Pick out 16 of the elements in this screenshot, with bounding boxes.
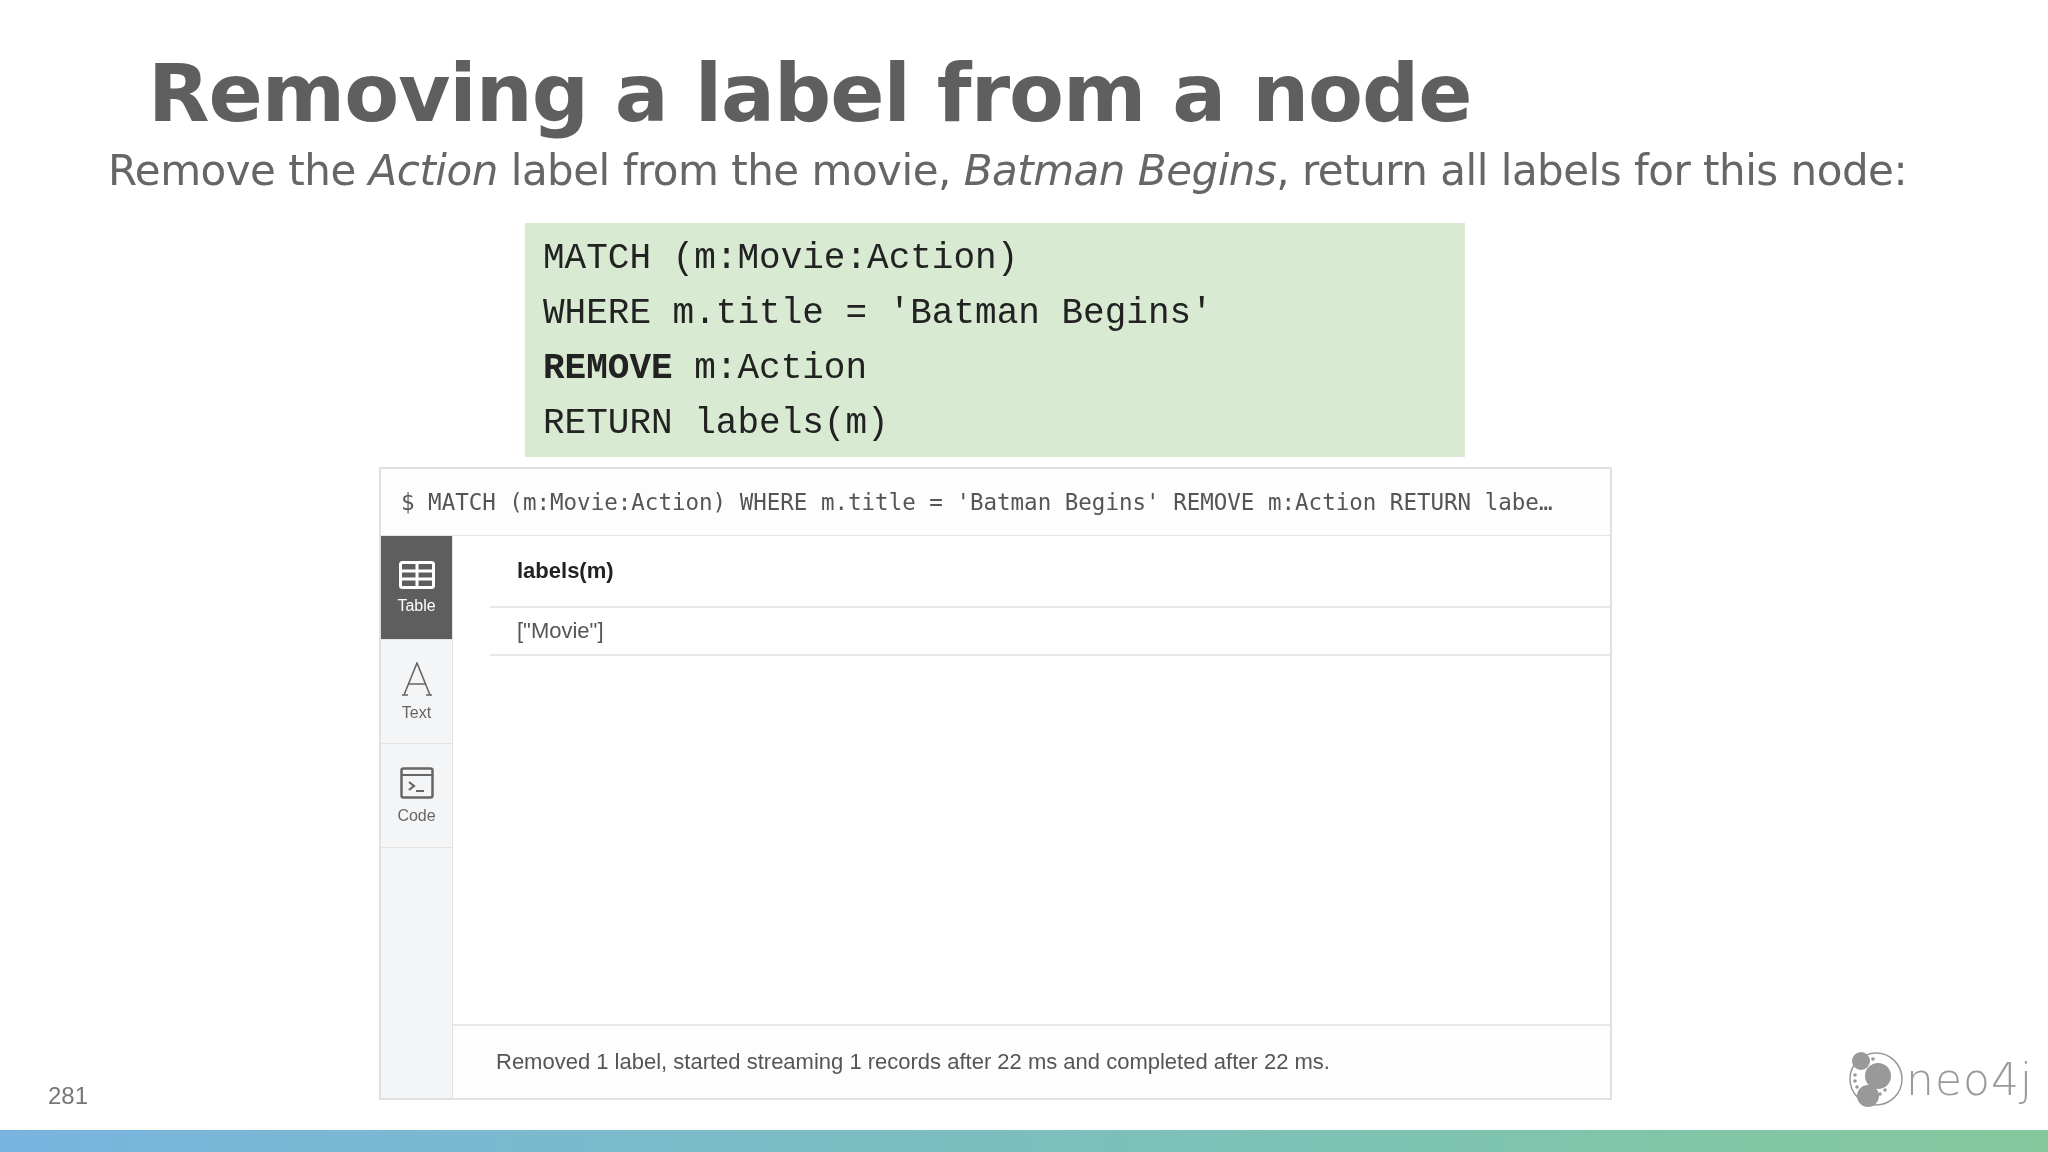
graph-logo-icon [1848,1050,1904,1108]
page-number: 281 [48,1082,89,1110]
font-icon [401,661,432,696]
code-line: WHERE m.title = 'Batman Begins' [543,292,1214,336]
code-line: REMOVE m:Action [543,347,869,391]
table-cell: ["Movie"] [490,608,1610,656]
view-tab[interactable]: Code [381,744,452,848]
logo-text: neo4j [1906,1053,2034,1105]
column-header: labels(m) [490,536,1610,608]
view-tab[interactable]: Text [381,640,452,744]
code-line: MATCH (m:Movie:Action) [543,237,1020,281]
terminal-icon [399,766,434,799]
view-tab[interactable]: Table [381,536,452,640]
table-icon [398,560,435,589]
slide-subtitle: Remove the Action label from the movie, Batman Begins, return all labels for this node: [108,146,1909,195]
code-line: RETURN labels(m) [543,402,890,446]
